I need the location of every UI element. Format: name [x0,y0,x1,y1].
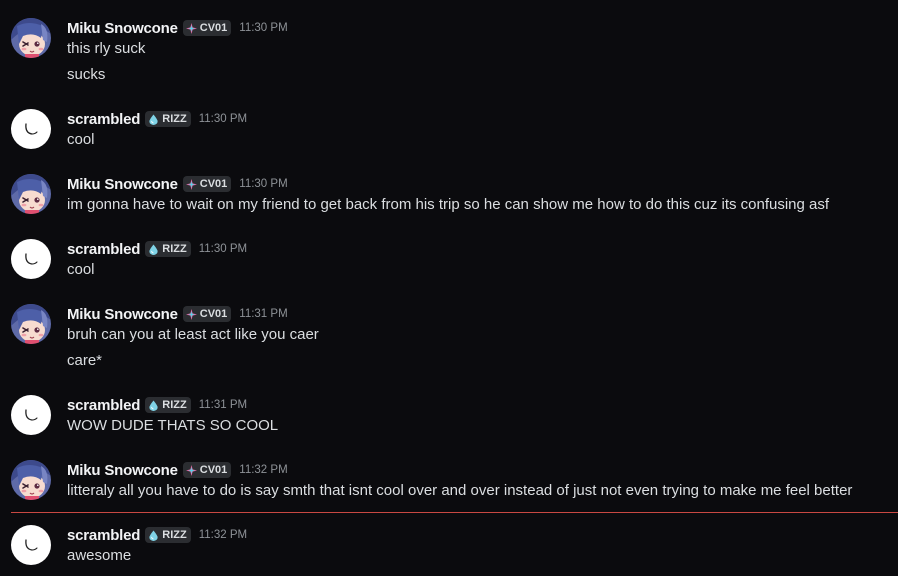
server-tag[interactable]: CV01 [182,20,232,36]
message-header: scrambled RIZZ 11:30 PM [67,239,247,259]
timestamp[interactable]: 11:31 PM [239,308,287,320]
username[interactable]: scrambled [67,527,140,544]
message-text: cool [67,261,95,278]
username[interactable]: Miku Snowcone [67,462,178,479]
new-messages-divider [11,512,898,513]
timestamp[interactable]: 11:30 PM [239,22,287,34]
username[interactable]: scrambled [67,111,140,128]
username[interactable]: Miku Snowcone [67,20,178,37]
server-tag[interactable]: CV01 [182,462,232,478]
server-tag-label: RIZZ [162,243,187,255]
avatar[interactable] [11,395,51,435]
message-text: im gonna have to wait on my friend to ge… [67,196,830,213]
username[interactable]: Miku Snowcone [67,176,178,193]
server-tag[interactable]: CV01 [182,306,232,322]
server-tag[interactable]: CV01 [182,176,232,192]
message-list: Miku Snowcone CV01 11:30 PM this rly suc… [0,0,898,576]
username[interactable]: scrambled [67,241,140,258]
message-text: litteraly all you have to do is say smth… [67,482,853,499]
timestamp[interactable]: 11:30 PM [199,243,247,255]
droplet-icon [148,113,159,125]
timestamp[interactable]: 11:32 PM [199,529,247,541]
server-tag-label: RIZZ [162,399,187,411]
message-header: scrambled RIZZ 11:30 PM [67,109,247,129]
message-header: scrambled RIZZ 11:32 PM [67,525,247,545]
timestamp[interactable]: 11:32 PM [239,464,287,476]
sparkle-icon [185,178,197,190]
droplet-icon [148,529,159,541]
droplet-icon [148,243,159,255]
message-text: sucks [67,66,106,83]
server-tag[interactable]: RIZZ [145,527,191,543]
avatar[interactable] [11,109,51,149]
avatar[interactable] [11,18,51,58]
server-tag-label: CV01 [199,308,228,320]
message-header: scrambled RIZZ 11:31 PM [67,395,247,415]
timestamp[interactable]: 11:31 PM [199,399,247,411]
droplet-icon [148,399,159,411]
server-tag[interactable]: RIZZ [145,397,191,413]
server-tag[interactable]: RIZZ [145,111,191,127]
server-tag-label: RIZZ [162,113,187,125]
avatar[interactable] [11,304,51,344]
avatar[interactable] [11,525,51,565]
server-tag-label: CV01 [199,178,228,190]
timestamp[interactable]: 11:30 PM [239,178,287,190]
message-header: Miku Snowcone CV01 11:31 PM [67,304,288,324]
sparkle-icon [185,22,197,34]
server-tag[interactable]: RIZZ [145,241,191,257]
server-tag-label: CV01 [199,22,228,34]
avatar[interactable] [11,239,51,279]
timestamp[interactable]: 11:30 PM [199,113,247,125]
message-header: Miku Snowcone CV01 11:30 PM [67,18,288,38]
message-header: Miku Snowcone CV01 11:30 PM [67,174,288,194]
username[interactable]: scrambled [67,397,140,414]
message-text: bruh can you at least act like you caer [67,326,319,343]
message-text: WOW DUDE THATS SO COOL [67,417,279,434]
message-text: cool [67,131,95,148]
server-tag-label: RIZZ [162,529,187,541]
message-text: this rly suck [67,40,146,57]
avatar[interactable] [11,460,51,500]
sparkle-icon [185,308,197,320]
message-text: care* [67,352,103,369]
username[interactable]: Miku Snowcone [67,306,178,323]
message-text: awesome [67,547,132,564]
message-header: Miku Snowcone CV01 11:32 PM [67,460,288,480]
avatar[interactable] [11,174,51,214]
server-tag-label: CV01 [199,464,228,476]
sparkle-icon [185,464,197,476]
